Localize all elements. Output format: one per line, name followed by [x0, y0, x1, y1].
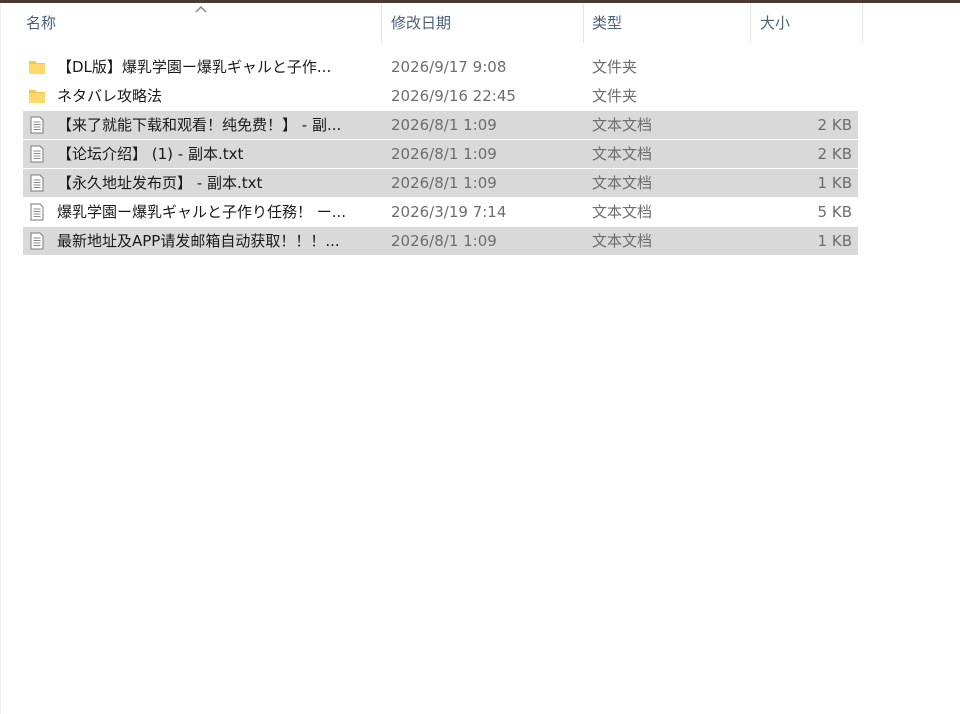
file-date: 2026/3/19 7:14	[391, 203, 507, 221]
file-type: 文本文档	[592, 203, 653, 221]
file-name: 【论坛介绍】 (1) - 副本.txt	[57, 145, 244, 163]
file-type: 文本文档	[592, 116, 653, 134]
column-divider[interactable]	[862, 3, 863, 43]
column-header-bar: 名称 修改日期 类型 大小	[0, 3, 864, 43]
file-date: 2026/8/1 1:09	[391, 145, 497, 163]
text-document-icon	[30, 203, 44, 221]
text-document-icon	[30, 116, 44, 134]
file-row[interactable]: 【论坛介绍】 (1) - 副本.txt 2026/8/1 1:09 文本文档 2…	[23, 140, 858, 168]
file-name: ネタバレ攻略法	[57, 87, 163, 105]
file-size	[758, 53, 852, 81]
file-row[interactable]: 【DL版】爆乳学園ー爆乳ギャルと子作... 2026/9/17 9:08 文件夹	[23, 53, 858, 81]
file-name: 最新地址及APP请发邮箱自动获取！！！...	[57, 232, 340, 250]
file-row[interactable]: 最新地址及APP请发邮箱自动获取！！！... 2026/8/1 1:09 文本文…	[23, 227, 858, 255]
file-size	[758, 82, 852, 110]
text-document-icon	[30, 232, 44, 250]
row-icon-cell	[27, 198, 49, 226]
file-size: 1 KB	[817, 174, 852, 192]
file-row[interactable]: 爆乳学園ー爆乳ギャルと子作り任務！ ー... 2026/3/19 7:14 文本…	[23, 198, 858, 226]
file-list-view[interactable]: 名称 修改日期 类型 大小 【DL版】爆乳学園ー爆乳ギャルと子作... 2026…	[0, 3, 960, 714]
file-size: 5 KB	[817, 203, 852, 221]
column-header-size[interactable]: 大小	[752, 3, 862, 43]
file-date: 2026/8/1 1:09	[391, 116, 497, 134]
file-name: 【来了就能下载和观看！纯免费！】 - 副...	[57, 116, 342, 134]
row-icon-cell	[27, 82, 49, 110]
view-left-border	[0, 3, 1, 714]
file-size: 2 KB	[817, 116, 852, 134]
file-date: 2026/8/1 1:09	[391, 174, 497, 192]
file-type: 文件夹	[592, 87, 638, 105]
file-row[interactable]: ネタバレ攻略法 2026/9/16 22:45 文件夹	[23, 82, 858, 110]
column-header-type[interactable]: 类型	[584, 3, 750, 43]
file-date: 2026/9/17 9:08	[391, 58, 507, 76]
column-divider[interactable]	[381, 3, 382, 43]
file-date: 2026/8/1 1:09	[391, 232, 497, 250]
file-date: 2026/9/16 22:45	[391, 87, 516, 105]
file-row[interactable]: 【来了就能下载和观看！纯免费！】 - 副... 2026/8/1 1:09 文本…	[23, 111, 858, 139]
file-size: 1 KB	[817, 232, 852, 250]
file-size: 2 KB	[817, 145, 852, 163]
file-name: 爆乳学園ー爆乳ギャルと子作り任務！ ー...	[57, 203, 347, 221]
file-type: 文本文档	[592, 145, 653, 163]
row-icon-cell	[27, 140, 49, 168]
row-icon-cell	[27, 111, 49, 139]
folder-icon	[29, 61, 45, 74]
file-type: 文本文档	[592, 174, 653, 192]
row-icon-cell	[27, 169, 49, 197]
column-divider[interactable]	[750, 3, 751, 43]
column-header-date[interactable]: 修改日期	[383, 3, 583, 43]
file-name: 【DL版】爆乳学園ー爆乳ギャルと子作...	[57, 58, 332, 76]
file-name: 【永久地址发布页】 - 副本.txt	[57, 174, 263, 192]
file-type: 文本文档	[592, 232, 653, 250]
row-icon-cell	[27, 53, 49, 81]
row-icon-cell	[27, 227, 49, 255]
file-row[interactable]: 【永久地址发布页】 - 副本.txt 2026/8/1 1:09 文本文档 1 …	[23, 169, 858, 197]
file-type: 文件夹	[592, 58, 638, 76]
folder-icon	[29, 90, 45, 103]
text-document-icon	[30, 174, 44, 192]
column-header-name[interactable]: 名称	[18, 3, 381, 43]
text-document-icon	[30, 145, 44, 163]
